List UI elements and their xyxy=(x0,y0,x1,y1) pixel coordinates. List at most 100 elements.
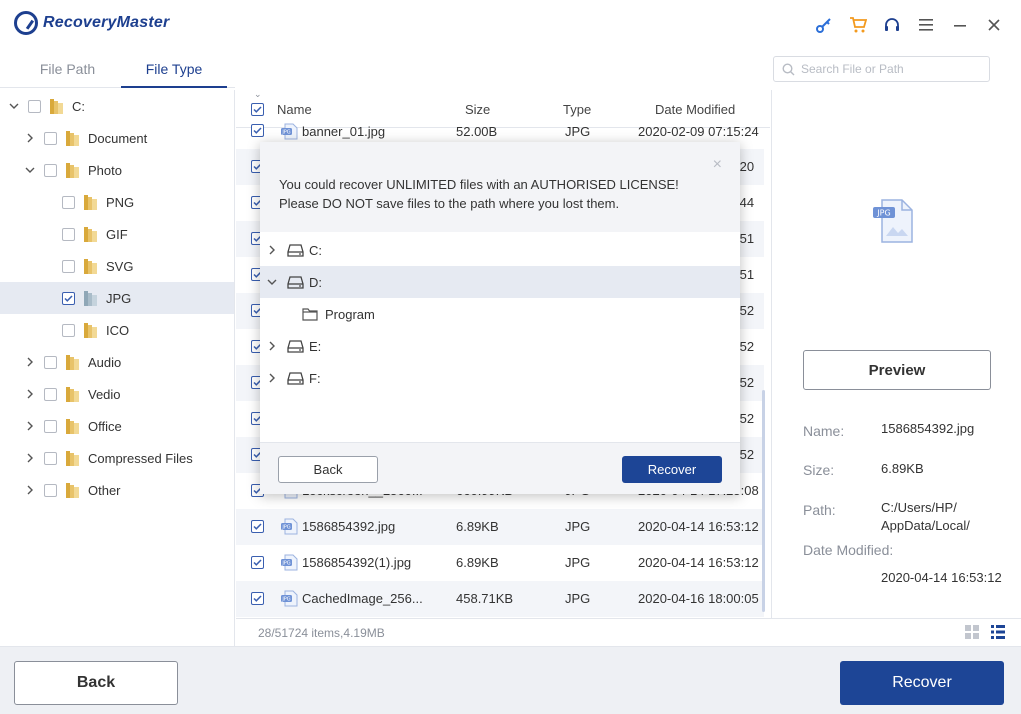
folder-icon xyxy=(66,418,80,434)
tree-checkbox[interactable] xyxy=(62,323,75,337)
cell-name: 1586854392(1).jpg xyxy=(302,555,412,570)
chevron-right-icon[interactable] xyxy=(24,452,36,464)
file-row[interactable]: JPG banner_01.jpg 52.00B JPG 2020-02-09 07:1… xyxy=(236,113,764,140)
view-tabs: File Path File Type xyxy=(0,52,235,88)
tree-item-office[interactable]: Office xyxy=(0,410,234,442)
folder-item-program[interactable]: Program xyxy=(260,298,740,330)
tree-checkbox[interactable] xyxy=(44,419,57,433)
menu-icon[interactable] xyxy=(909,12,943,38)
tree-checkbox[interactable] xyxy=(62,195,75,209)
drive-label: D: xyxy=(309,274,322,290)
back-button[interactable]: Back xyxy=(14,661,178,705)
cell-type: JPG xyxy=(565,124,591,139)
jpg-file-icon: JPG xyxy=(280,554,298,574)
row-checkbox[interactable] xyxy=(251,556,264,569)
chevron-down-icon[interactable] xyxy=(266,276,278,288)
headset-icon[interactable] xyxy=(875,12,909,38)
chevron-right-icon[interactable] xyxy=(266,340,278,352)
tree-item-gif[interactable]: GIF xyxy=(0,218,234,250)
tree-item-other[interactable]: Other xyxy=(0,474,234,506)
cell-type: JPG xyxy=(565,591,591,606)
chevron-right-icon[interactable] xyxy=(24,420,36,432)
tree-item-jpg[interactable]: JPG xyxy=(0,282,234,314)
cart-icon[interactable] xyxy=(841,12,875,38)
row-checkbox[interactable] xyxy=(251,592,264,605)
dialog-recover-button[interactable]: Recover xyxy=(622,456,722,483)
minimize-icon[interactable] xyxy=(943,12,977,38)
row-checkbox[interactable] xyxy=(251,520,264,533)
folder-icon xyxy=(302,307,318,321)
list-view-icon[interactable] xyxy=(991,625,1005,642)
tree-checkbox[interactable] xyxy=(44,355,57,369)
app-logo: RecoveryMaster xyxy=(14,11,169,35)
tree-item-c[interactable]: C: xyxy=(0,90,234,122)
cell-name: banner_01.jpg xyxy=(302,124,386,139)
file-type-tree: C: Document Photo PNG GIF SVG JPG ICO Audio Vedio… xyxy=(0,90,235,646)
cell-name: 1586854392.jpg xyxy=(302,519,396,534)
drive-item-e[interactable]: E: xyxy=(260,330,740,362)
file-size-value: 6.89KB xyxy=(881,461,924,476)
folder-icon xyxy=(66,386,80,402)
tree-item-png[interactable]: PNG xyxy=(0,186,234,218)
cell-size: 6.89KB xyxy=(456,519,499,534)
chevron-right-icon[interactable] xyxy=(266,244,278,256)
chevron-down-icon[interactable] xyxy=(8,100,20,112)
tree-item-vedio[interactable]: Vedio xyxy=(0,378,234,410)
tree-item-ico[interactable]: ICO xyxy=(0,314,234,346)
grid-view-icon[interactable] xyxy=(965,625,979,642)
tree-checkbox[interactable] xyxy=(28,99,41,113)
tree-item-audio[interactable]: Audio xyxy=(0,346,234,378)
chevron-right-icon[interactable] xyxy=(24,356,36,368)
file-row[interactable]: JPG CachedImage_256... 458.71KB JPG 2020-04-… xyxy=(236,581,764,617)
preview-button[interactable]: Preview xyxy=(803,350,991,390)
key-icon[interactable] xyxy=(807,12,841,38)
drive-item-c[interactable]: C: xyxy=(260,234,740,266)
drive-item-f[interactable]: F: xyxy=(260,362,740,394)
dialog-close-icon[interactable]: × xyxy=(713,156,722,174)
drive-label: F: xyxy=(309,370,321,386)
tree-item-photo[interactable]: Photo xyxy=(0,154,234,186)
drive-icon xyxy=(287,275,304,290)
close-icon[interactable] xyxy=(977,12,1011,38)
size-label: Size: xyxy=(803,462,835,478)
cell-date: 2020-02-09 07:15:24 xyxy=(638,124,759,139)
drive-item-d[interactable]: D: xyxy=(260,266,740,298)
tree-checkbox[interactable] xyxy=(44,131,57,145)
tree-item-label: Photo xyxy=(88,162,122,178)
folder-icon xyxy=(84,226,98,242)
tab-file-path[interactable]: File Path xyxy=(0,52,135,88)
chevron-right-icon[interactable] xyxy=(24,484,36,496)
svg-text:JPG: JPG xyxy=(281,597,290,603)
chevron-right-icon[interactable] xyxy=(24,132,36,144)
row-checkbox[interactable] xyxy=(251,124,264,137)
folder-icon xyxy=(66,482,80,498)
cell-size: 52.00B xyxy=(456,124,498,139)
dialog-back-button[interactable]: Back xyxy=(278,456,378,483)
tree-item-label: ICO xyxy=(106,322,130,338)
tree-checkbox[interactable] xyxy=(44,483,57,497)
chevron-down-icon[interactable] xyxy=(24,164,36,176)
tab-file-type[interactable]: File Type xyxy=(121,52,227,88)
sort-chevron-icon[interactable]: ⌄ xyxy=(254,89,262,100)
tree-item-document[interactable]: Document xyxy=(0,122,234,154)
folder-icon xyxy=(84,322,98,338)
file-row[interactable]: JPG 1586854392.jpg 6.89KB JPG 2020-04-14 16:… xyxy=(236,509,764,545)
tree-item-compressed-files[interactable]: Compressed Files xyxy=(0,442,234,474)
chevron-right-icon[interactable] xyxy=(266,372,278,384)
recover-button[interactable]: Recover xyxy=(840,661,1004,705)
tree-checkbox[interactable] xyxy=(44,451,57,465)
tree-checkbox[interactable] xyxy=(44,387,57,401)
folder-icon xyxy=(84,290,98,306)
list-scrollbar[interactable] xyxy=(762,390,765,612)
svg-text:JPG: JPG xyxy=(281,130,290,136)
cell-size: 6.89KB xyxy=(456,555,499,570)
file-row[interactable]: JPG 1586854392(1).jpg 6.89KB JPG 2020-04-14 … xyxy=(236,545,764,581)
tree-checkbox[interactable] xyxy=(44,163,57,177)
tree-item-label: PNG xyxy=(106,194,135,210)
chevron-right-icon[interactable] xyxy=(24,388,36,400)
tree-checkbox[interactable] xyxy=(62,291,75,305)
tree-checkbox[interactable] xyxy=(62,227,75,241)
search-input[interactable] xyxy=(801,62,981,76)
tree-item-svg[interactable]: SVG xyxy=(0,250,234,282)
tree-checkbox[interactable] xyxy=(62,259,75,273)
